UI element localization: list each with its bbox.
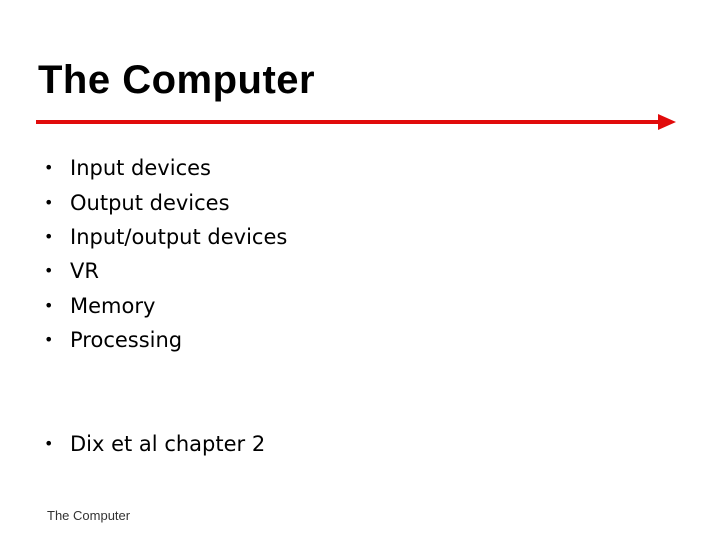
bullet-icon: • [44, 226, 54, 246]
reference-list: • Dix et al chapter 2 [44, 427, 265, 461]
list-item-text: Processing [70, 328, 183, 353]
topic-list: • Input devices • Output devices • Input/ou… [44, 151, 287, 357]
list-item: • Processing [44, 323, 287, 357]
bullet-icon: • [44, 295, 54, 315]
list-item: • Memory [44, 289, 287, 323]
slide-title: The Computer [38, 58, 316, 102]
list-item: • Input devices [44, 151, 287, 185]
bullet-icon: • [44, 434, 54, 454]
list-item: • Output devices [44, 185, 287, 219]
list-item-text: VR [70, 259, 99, 284]
list-item-text: Memory [70, 293, 156, 318]
arrow-head [658, 114, 676, 130]
arrow-shaft [36, 120, 660, 124]
bullet-icon: • [44, 330, 54, 350]
slide-footer: The Computer [47, 508, 131, 523]
list-item-text: Output devices [70, 190, 230, 215]
bullet-icon: • [44, 158, 54, 178]
list-item: • VR [44, 254, 287, 288]
bullet-icon: • [44, 261, 54, 281]
bullet-icon: • [44, 192, 54, 212]
list-item-text: Input/output devices [70, 224, 288, 249]
title-underline-arrow-icon [36, 114, 676, 130]
reference-text: Dix et al chapter 2 [70, 432, 266, 457]
list-item: • Input/output devices [44, 220, 287, 254]
list-item-text: Input devices [70, 156, 211, 181]
reference-item: • Dix et al chapter 2 [44, 427, 265, 461]
